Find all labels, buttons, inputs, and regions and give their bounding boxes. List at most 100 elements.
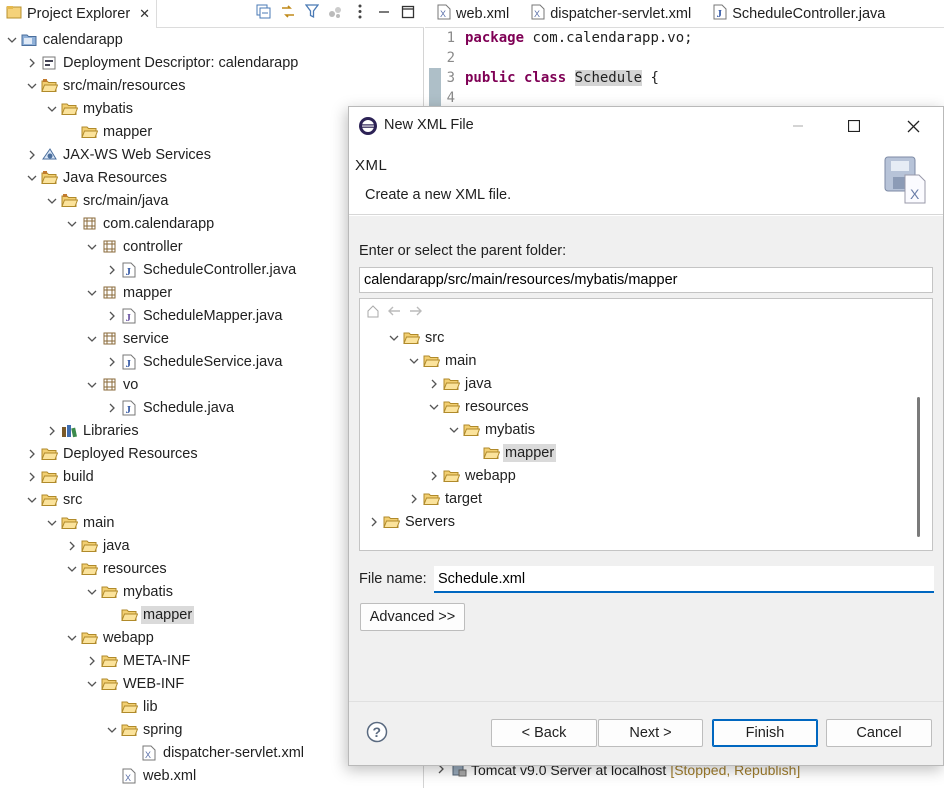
collapse-all-icon[interactable]: [255, 3, 272, 20]
chevron-down-icon[interactable]: [24, 492, 40, 508]
chevron-down-icon[interactable]: [84, 676, 100, 692]
chevron-right-icon[interactable]: [366, 514, 382, 530]
chevron-right-icon[interactable]: [24, 147, 40, 163]
chevron-down-icon[interactable]: [64, 630, 80, 646]
chevron-down-icon[interactable]: [406, 353, 422, 369]
tree-item[interactable]: Libraries: [44, 419, 141, 442]
folder-tree-item[interactable]: main: [406, 349, 478, 372]
tree-item[interactable]: Deployment Descriptor: calendarapp: [24, 51, 300, 74]
tree-item[interactable]: J ScheduleController.java: [104, 258, 298, 281]
chevron-down-icon[interactable]: [4, 32, 20, 48]
tree-item[interactable]: J ScheduleMapper.java: [104, 304, 284, 327]
tree-item[interactable]: mybatis: [44, 97, 135, 120]
tree-item[interactable]: J ScheduleService.java: [104, 350, 284, 373]
tree-item[interactable]: controller: [84, 235, 185, 258]
chevron-down-icon[interactable]: [64, 216, 80, 232]
chevron-right-icon[interactable]: [426, 376, 442, 392]
folder-tree-item[interactable]: java: [426, 372, 494, 395]
chevron-right-icon[interactable]: [104, 354, 120, 370]
folder-tree-item[interactable]: resources: [426, 395, 531, 418]
chevron-right-icon[interactable]: [44, 423, 60, 439]
filter-icon[interactable]: [303, 3, 320, 20]
chevron-down-icon[interactable]: [84, 239, 100, 255]
chevron-down-icon[interactable]: [64, 561, 80, 577]
back-arrow-icon[interactable]: [386, 304, 402, 322]
tree-item[interactable]: calendarapp: [4, 28, 125, 51]
chevron-right-icon[interactable]: [426, 468, 442, 484]
forward-arrow-icon[interactable]: [408, 304, 424, 322]
link-with-editor-icon[interactable]: [279, 3, 296, 20]
next-button[interactable]: Next >: [598, 719, 703, 747]
editor-tab[interactable]: Xdispatcher-servlet.xml: [519, 0, 701, 28]
folder-tree-item[interactable]: mapper: [466, 441, 557, 464]
close-icon[interactable]: [890, 107, 936, 145]
chevron-right-icon[interactable]: [24, 446, 40, 462]
chevron-right-icon[interactable]: [104, 308, 120, 324]
folder-tree-item[interactable]: src: [386, 326, 446, 349]
tree-item[interactable]: JAX-WS Web Services: [24, 143, 213, 166]
folder-tree-item[interactable]: Servers: [366, 510, 457, 533]
chevron-down-icon[interactable]: [104, 722, 120, 738]
chevron-right-icon[interactable]: [64, 538, 80, 554]
tree-item[interactable]: java: [64, 534, 132, 557]
tree-item[interactable]: Java Resources: [24, 166, 169, 189]
view-menu-icon[interactable]: [351, 3, 368, 20]
tree-item[interactable]: lib: [104, 695, 160, 718]
chevron-right-icon[interactable]: [84, 653, 100, 669]
tree-item[interactable]: mybatis: [84, 580, 175, 603]
chevron-down-icon[interactable]: [84, 377, 100, 393]
tree-item[interactable]: J Schedule.java: [104, 396, 236, 419]
tree-item[interactable]: resources: [64, 557, 169, 580]
chevron-down-icon[interactable]: [84, 331, 100, 347]
folder-tree-scrollbar[interactable]: [916, 331, 922, 537]
chevron-down-icon[interactable]: [44, 193, 60, 209]
chevron-down-icon[interactable]: [426, 399, 442, 415]
tree-item[interactable]: src/main/resources: [24, 74, 187, 97]
chevron-down-icon[interactable]: [84, 285, 100, 301]
tree-item[interactable]: Deployed Resources: [24, 442, 200, 465]
chevron-down-icon[interactable]: [44, 515, 60, 531]
chevron-down-icon[interactable]: [84, 584, 100, 600]
minimize-icon[interactable]: [375, 3, 392, 20]
chevron-down-icon[interactable]: [44, 101, 60, 117]
chevron-right-icon[interactable]: [24, 469, 40, 485]
home-icon[interactable]: [366, 304, 380, 322]
tree-item[interactable]: build: [24, 465, 96, 488]
tree-item[interactable]: spring: [104, 718, 185, 741]
tree-item[interactable]: mapper: [64, 120, 154, 143]
back-button[interactable]: < Back: [491, 719, 597, 747]
maximize-icon[interactable]: [399, 3, 416, 20]
editor-tab[interactable]: J ScheduleController.java: [701, 0, 895, 28]
tree-item[interactable]: mapper: [104, 603, 195, 626]
tree-item[interactable]: WEB-INF: [84, 672, 186, 695]
tree-item[interactable]: mapper: [84, 281, 174, 304]
chevron-right-icon[interactable]: [104, 400, 120, 416]
chevron-right-icon[interactable]: [24, 55, 40, 71]
tree-item[interactable]: main: [44, 511, 116, 534]
dialog-titlebar[interactable]: New XML File: [349, 107, 943, 145]
chevron-right-icon[interactable]: [406, 491, 422, 507]
editor-tab[interactable]: Xweb.xml: [425, 0, 519, 28]
minimize-icon[interactable]: [775, 107, 821, 145]
tree-item[interactable]: src/main/java: [44, 189, 170, 212]
help-icon[interactable]: ?: [366, 721, 388, 747]
tree-item[interactable]: META-INF: [84, 649, 192, 672]
folder-tree-item[interactable]: target: [406, 487, 484, 510]
focus-icon[interactable]: [327, 3, 344, 20]
maximize-icon[interactable]: [831, 107, 877, 145]
tree-item[interactable]: src: [24, 488, 84, 511]
advanced-button[interactable]: Advanced >>: [360, 603, 465, 631]
chevron-down-icon[interactable]: [24, 170, 40, 186]
folder-tree-item[interactable]: mybatis: [446, 418, 537, 441]
folder-tree-item[interactable]: webapp: [426, 464, 518, 487]
tree-item[interactable]: webapp: [64, 626, 156, 649]
tree-item[interactable]: com.calendarapp: [64, 212, 216, 235]
cancel-button[interactable]: Cancel: [826, 719, 932, 747]
file-name-input[interactable]: [434, 566, 934, 593]
chevron-right-icon[interactable]: [104, 262, 120, 278]
project-explorer-tab[interactable]: Project Explorer ✕: [0, 0, 158, 28]
tree-item[interactable]: vo: [84, 373, 140, 396]
chevron-down-icon[interactable]: [24, 78, 40, 94]
finish-button[interactable]: Finish: [712, 719, 818, 747]
parent-folder-tree[interactable]: src main java resources mybatis mapper webapp t…: [359, 298, 933, 551]
